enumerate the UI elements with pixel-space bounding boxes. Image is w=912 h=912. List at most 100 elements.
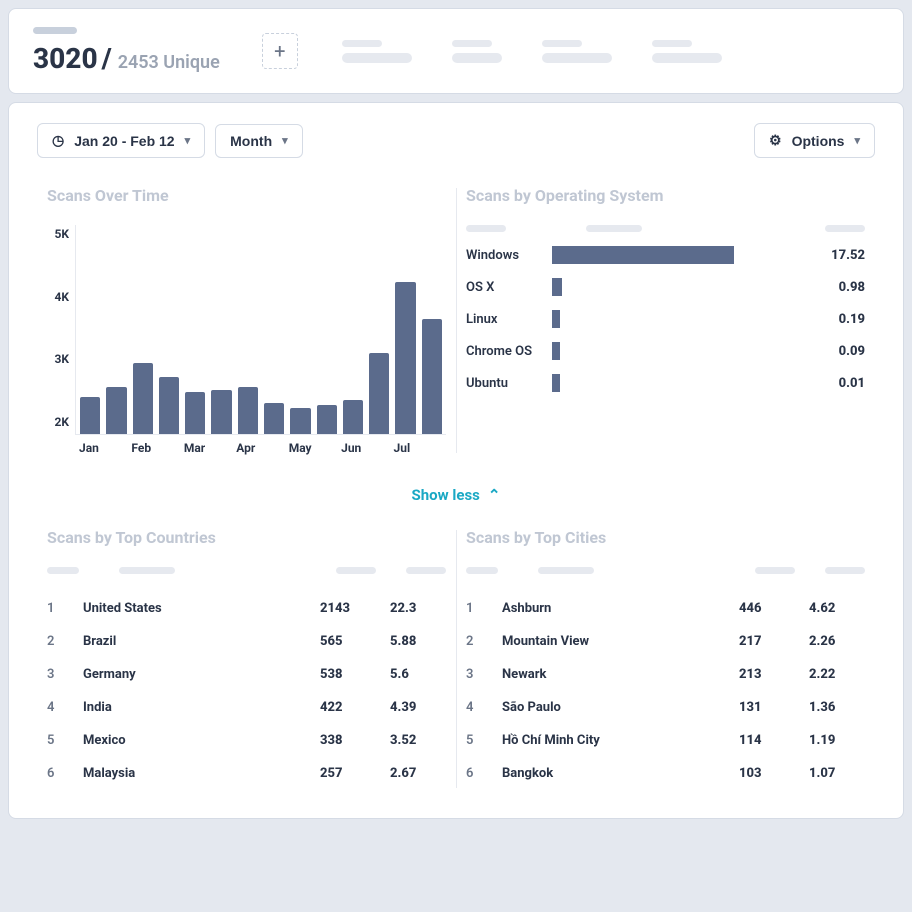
chevron-down-icon: ▾	[185, 134, 191, 147]
count: 338	[320, 733, 390, 748]
bar	[159, 377, 179, 434]
bar	[133, 363, 153, 434]
os-bar-wrap	[552, 374, 805, 392]
analytics-card: ◷ Jan 20 - Feb 12 ▾ Month ▾ ⚙ Options ▾ …	[8, 102, 904, 819]
name: Hồ Chí Minh City	[502, 733, 739, 748]
os-value: 0.01	[805, 376, 865, 391]
pct: 1.19	[809, 733, 865, 748]
x-tick: Apr	[236, 441, 288, 455]
bar	[317, 405, 337, 434]
count: 217	[739, 634, 809, 649]
os-bar-wrap	[552, 310, 805, 328]
rank: 6	[47, 766, 83, 781]
chevron-down-icon: ▾	[282, 134, 288, 147]
pct: 1.07	[809, 766, 865, 781]
count: 131	[739, 700, 809, 715]
count: 422	[320, 700, 390, 715]
y-tick: 4K	[47, 290, 69, 304]
rank: 2	[466, 634, 502, 649]
y-tick: 3K	[47, 352, 69, 366]
name: Newark	[502, 667, 739, 682]
panel-title: Scans by Top Cities	[466, 528, 865, 547]
panel-title: Scans by Top Countries	[47, 528, 446, 547]
scan-count: 3020/ 2453 Unique	[33, 42, 220, 75]
table-row: 2Brazil5655.88	[47, 625, 446, 658]
table-row: 5Hồ Chí Minh City1141.19	[466, 724, 865, 757]
summary-header: 3020/ 2453 Unique +	[8, 8, 904, 94]
bar	[422, 319, 442, 434]
table-row: 6Malaysia2572.67	[47, 757, 446, 790]
os-row: Ubuntu 0.01	[466, 374, 865, 392]
os-bar	[552, 246, 734, 264]
y-tick: 5K	[47, 227, 69, 241]
scans-bar-chart: 5K4K3K2K JanFebMarAprMayJunJul	[47, 225, 446, 455]
table-row: 4São Paulo1311.36	[466, 691, 865, 724]
pct: 5.6	[390, 667, 446, 682]
os-row: Linux0.19	[466, 310, 865, 328]
clock-icon: ◷	[52, 132, 64, 149]
count: 257	[320, 766, 390, 781]
os-bar	[552, 310, 560, 328]
bar	[211, 390, 231, 434]
bar	[264, 403, 284, 434]
table-header-skeleton	[466, 567, 865, 574]
count: 565	[320, 634, 390, 649]
name: Ashburn	[502, 601, 739, 616]
os-name: OS X	[466, 280, 552, 295]
count: 114	[739, 733, 809, 748]
bar	[238, 387, 258, 434]
name: Germany	[83, 667, 320, 682]
os-value: 0.98	[805, 280, 865, 295]
x-tick: Feb	[131, 441, 183, 455]
x-tick: Jul	[394, 441, 446, 455]
rank: 2	[47, 634, 83, 649]
granularity-label: Month	[230, 133, 272, 149]
scans-by-countries-panel: Scans by Top Countries 1United States214…	[37, 524, 456, 794]
add-button[interactable]: +	[262, 33, 298, 69]
rank: 5	[466, 733, 502, 748]
placeholder-metrics	[342, 40, 879, 63]
options-button[interactable]: ⚙ Options ▾	[754, 123, 875, 158]
name: Mountain View	[502, 634, 739, 649]
os-value: 0.19	[805, 312, 865, 327]
table-row: 3Newark2132.22	[466, 658, 865, 691]
chevron-down-icon: ▾	[854, 134, 860, 147]
rank: 4	[466, 700, 502, 715]
table-row: 3Germany5385.6	[47, 658, 446, 691]
os-value: 0.09	[805, 344, 865, 359]
total-count: 3020	[33, 42, 98, 75]
unique-count: 2453 Unique	[118, 52, 220, 73]
os-bar-wrap	[552, 278, 805, 296]
count: 446	[739, 601, 809, 616]
os-bar-wrap	[552, 342, 805, 360]
rank: 6	[466, 766, 502, 781]
show-less-label: Show less	[412, 486, 480, 504]
show-less-link[interactable]: Show less ⌃	[412, 486, 501, 504]
os-row: OS X 0.98	[466, 278, 865, 296]
table-row: 1United States214322.3	[47, 592, 446, 625]
os-bar	[552, 374, 560, 392]
os-name: Ubuntu	[466, 376, 552, 391]
table-header-skeleton	[47, 567, 446, 574]
pct: 4.62	[809, 601, 865, 616]
pct: 2.26	[809, 634, 865, 649]
pct: 2.67	[390, 766, 446, 781]
name: Mexico	[83, 733, 320, 748]
table-row: 2Mountain View2172.26	[466, 625, 865, 658]
name: São Paulo	[502, 700, 739, 715]
panel-title: Scans Over Time	[47, 186, 446, 205]
table-row: 1Ashburn4464.62	[466, 592, 865, 625]
count: 538	[320, 667, 390, 682]
rank: 5	[47, 733, 83, 748]
scans-by-os-panel: Scans by Operating System Windows17.52OS…	[456, 182, 875, 459]
plus-icon: +	[274, 39, 285, 63]
count: 213	[739, 667, 809, 682]
granularity-select[interactable]: Month ▾	[215, 124, 303, 158]
pct: 22.3	[390, 601, 446, 616]
pct: 5.88	[390, 634, 446, 649]
name: Bangkok	[502, 766, 739, 781]
count: 103	[739, 766, 809, 781]
rank: 1	[466, 601, 502, 616]
x-tick: Jun	[341, 441, 393, 455]
date-range-picker[interactable]: ◷ Jan 20 - Feb 12 ▾	[37, 123, 205, 158]
